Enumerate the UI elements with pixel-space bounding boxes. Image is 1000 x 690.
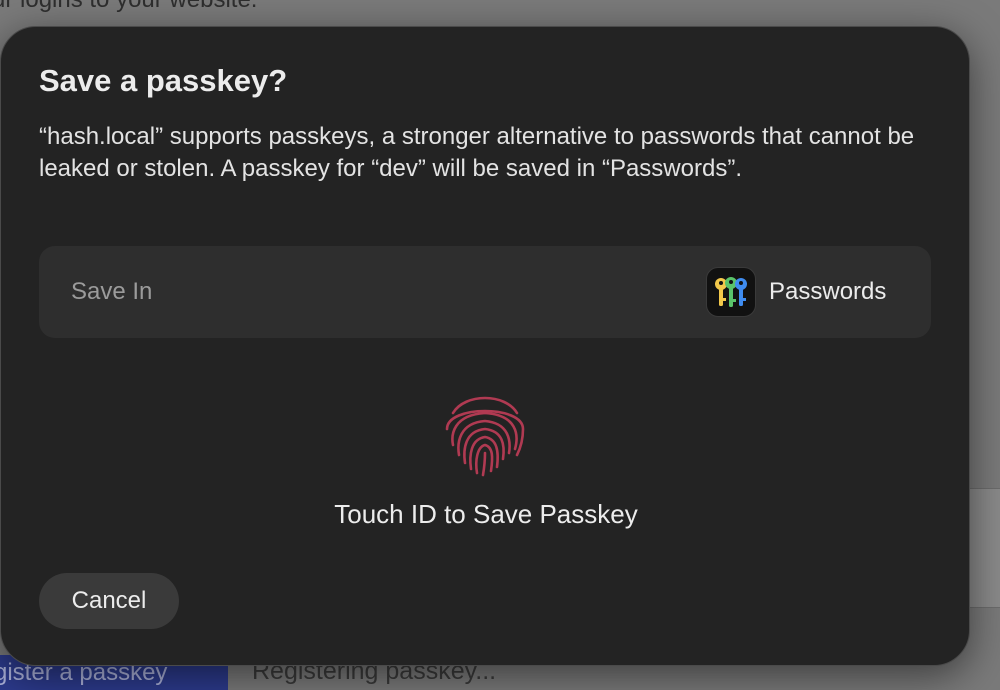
fingerprint-icon[interactable] <box>437 383 533 479</box>
save-passkey-dialog: Save a passkey? “hash.local” supports pa… <box>0 26 970 666</box>
background-text: ur logins to your website. <box>0 0 257 14</box>
touch-id-label: Touch ID to Save Passkey <box>334 499 638 529</box>
dialog-description: “hash.local” supports passkeys, a strong… <box>39 123 915 182</box>
passwords-keys-icon <box>706 267 756 317</box>
cancel-button[interactable]: Cancel <box>39 573 179 629</box>
save-in-app-name: Passwords <box>769 278 887 305</box>
dialog-title: Save a passkey? <box>39 63 288 98</box>
save-in-label: Save In <box>71 278 153 305</box>
save-in-row[interactable]: Save In Passwords <box>39 246 931 338</box>
